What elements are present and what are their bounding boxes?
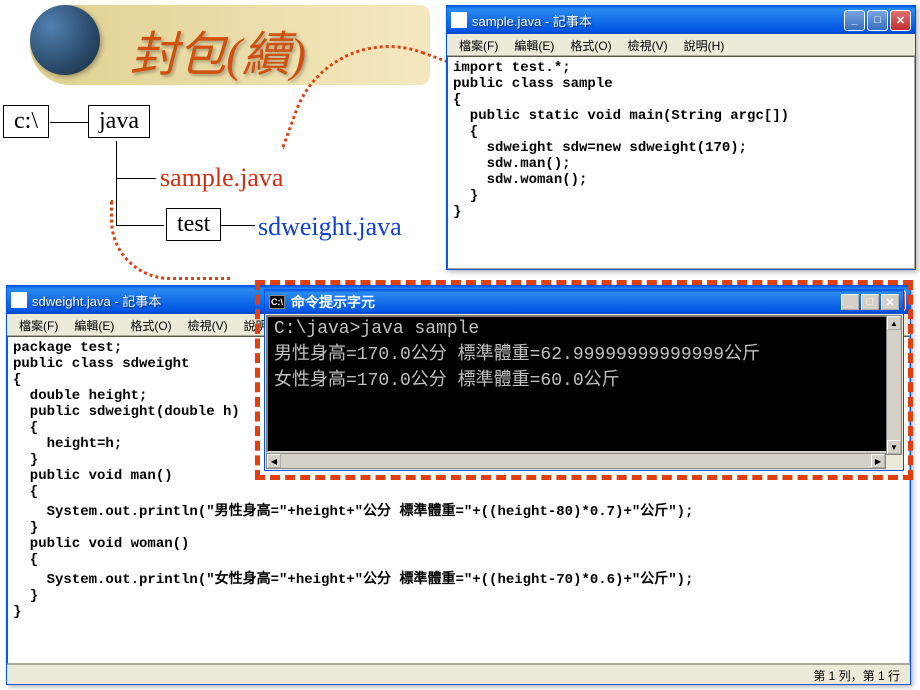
- maximize-button[interactable]: □: [861, 294, 879, 310]
- tree-node-sdweight: sdweight.java: [258, 212, 402, 242]
- command-prompt-window: C:\ 命令提示字元 _ □ ✕ C:\java>java sample 男性身…: [264, 289, 904, 471]
- menu-view[interactable]: 檢視(V): [180, 314, 236, 335]
- menu-file[interactable]: 檔案(F): [451, 34, 506, 55]
- cmd-title: 命令提示字元: [291, 292, 841, 312]
- titlebar[interactable]: sample.java - 記事本 _ □ ✕: [447, 6, 915, 34]
- tree-node-root: c:\: [3, 105, 49, 138]
- scroll-right-arrow[interactable]: ▶: [871, 454, 885, 468]
- window-controls: _ □ ✕: [844, 10, 911, 31]
- cmd-output[interactable]: C:\java>java sample 男性身高=170.0公分 標準體重=62…: [266, 315, 902, 453]
- close-button[interactable]: ✕: [881, 294, 899, 310]
- globe-icon: [30, 5, 100, 75]
- menu-help[interactable]: 說明(H): [676, 34, 733, 55]
- statusbar: 第 1 列，第 1 行: [7, 664, 910, 684]
- menu-format[interactable]: 格式(O): [562, 34, 619, 55]
- menu-edit[interactable]: 編輯(E): [66, 314, 122, 335]
- scroll-left-arrow[interactable]: ◀: [267, 454, 281, 468]
- horizontal-scrollbar[interactable]: ◀ ▶: [266, 453, 886, 469]
- minimize-button[interactable]: _: [841, 294, 859, 310]
- cmd-highlight-border: C:\ 命令提示字元 _ □ ✕ C:\java>java sample 男性身…: [255, 280, 913, 480]
- cursor-position: 第 1 列，第 1 行: [813, 667, 900, 682]
- window-title: sample.java - 記事本: [472, 11, 844, 30]
- menu-format[interactable]: 格式(O): [122, 314, 179, 335]
- scroll-up-arrow[interactable]: ▲: [887, 316, 901, 330]
- scroll-down-arrow[interactable]: ▼: [887, 440, 901, 454]
- vertical-scrollbar[interactable]: ▲ ▼: [886, 315, 902, 455]
- cmd-icon: C:\: [269, 295, 285, 309]
- close-button[interactable]: ✕: [890, 10, 911, 31]
- cmd-titlebar[interactable]: C:\ 命令提示字元 _ □ ✕: [265, 290, 903, 314]
- page-title: 封包(續): [130, 15, 306, 85]
- maximize-button[interactable]: □: [867, 10, 888, 31]
- cmd-window-controls: _ □ ✕: [841, 294, 899, 310]
- menu-view[interactable]: 檢視(V): [620, 34, 676, 55]
- menubar: 檔案(F) 編輯(E) 格式(O) 檢視(V) 說明(H): [447, 34, 915, 56]
- editor-content[interactable]: import test.*; public class sample { pub…: [447, 56, 915, 269]
- tree-node-java: java: [88, 105, 150, 138]
- notepad-icon: [11, 292, 27, 308]
- menu-file[interactable]: 檔案(F): [11, 314, 66, 335]
- notepad-sample-window: sample.java - 記事本 _ □ ✕ 檔案(F) 編輯(E) 格式(O…: [446, 5, 916, 270]
- minimize-button[interactable]: _: [844, 10, 865, 31]
- tree-node-sample: sample.java: [160, 163, 283, 193]
- dotted-arrow-2: [110, 200, 230, 280]
- menu-edit[interactable]: 編輯(E): [506, 34, 562, 55]
- notepad-icon: [451, 12, 467, 28]
